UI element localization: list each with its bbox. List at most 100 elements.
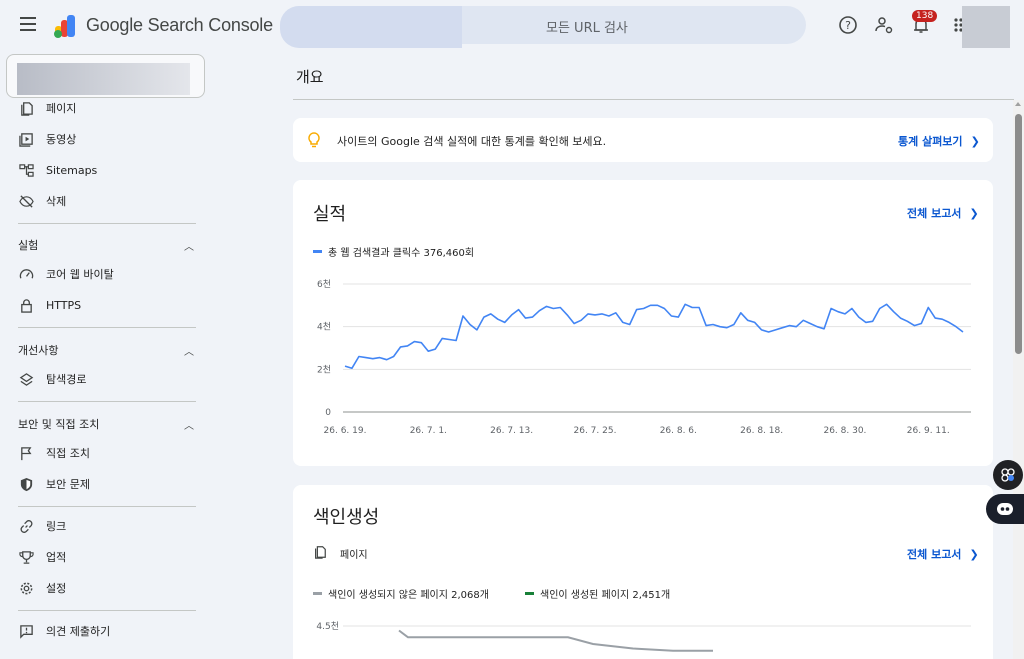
sidebar-item-achievements[interactable]: 업적 <box>18 545 66 569</box>
section-title: 개선사항 <box>18 344 59 357</box>
sidebar-item-label: 링크 <box>46 520 67 533</box>
sidebar-item-label: 코어 웹 바이탈 <box>46 268 114 281</box>
sidebar-item-breadcrumbs[interactable]: 탐색경로 <box>18 367 86 391</box>
link-label: 통계 살펴보기 <box>898 135 963 148</box>
sidebar-item-settings[interactable]: 설정 <box>18 576 66 600</box>
extension-icon <box>1001 468 1015 482</box>
sidebar-item-links[interactable]: 링크 <box>18 514 66 538</box>
sidebar-divider <box>18 506 196 507</box>
shield-icon <box>18 476 34 492</box>
search-console-logo <box>54 15 75 38</box>
x-tick-label: 26. 8. 30. <box>823 426 866 436</box>
sidebar-item-label: 보안 문제 <box>46 478 90 491</box>
sidebar-item-feedback[interactable]: 의견 제출하기 <box>18 619 110 643</box>
video-icon <box>18 131 34 147</box>
section-title: 실험 <box>18 239 39 252</box>
y-tick-label: 4천 <box>317 322 331 333</box>
sidebar-item-removals[interactable]: 삭제 <box>18 189 66 213</box>
sidebar-item-label: 설정 <box>46 582 67 595</box>
sidebar-item-video[interactable]: 동영상 <box>18 127 76 151</box>
top-bar: Google Search Console 모든 URL 검사 ? 138 <box>0 0 1024 54</box>
sidebar-item-https[interactable]: HTTPS <box>18 293 81 317</box>
y-tick-label: 0 <box>325 408 331 418</box>
gear-icon <box>18 580 34 596</box>
x-tick-label: 26. 6. 19. <box>324 426 367 436</box>
sidebar-item-label: 업적 <box>46 551 67 564</box>
sidebar-divider <box>18 327 196 328</box>
section-enhancements[interactable]: 개선사항 ︿ <box>18 342 198 358</box>
redacted-property-name <box>17 63 190 95</box>
sidebar-item-label: 삭제 <box>46 195 67 208</box>
main-menu-icon[interactable] <box>20 17 36 31</box>
sidebar-item-label: 직접 조치 <box>46 447 90 460</box>
insights-tip-card: 사이트의 Google 검색 실적에 대한 통계를 확인해 보세요. 통계 살펴… <box>293 118 993 162</box>
feedback-icon <box>18 623 34 639</box>
x-tick-label: 26. 7. 1. <box>410 426 447 436</box>
redacted-area <box>280 6 462 48</box>
avatar[interactable] <box>962 6 1010 48</box>
chevron-up-icon: ︿ <box>184 346 194 358</box>
sidebar-item-label: HTTPS <box>46 298 82 312</box>
scroll-up-arrow-icon[interactable] <box>1015 102 1021 106</box>
x-tick-label: 26. 8. 18. <box>740 426 783 436</box>
x-tick-label: 26. 9. 11. <box>907 426 950 436</box>
lock-icon <box>18 297 34 313</box>
title-divider <box>293 99 1014 100</box>
sidebar-item-security-issues[interactable]: 보안 문제 <box>18 472 90 496</box>
sidebar-item-pages[interactable]: 페이지 <box>18 96 76 120</box>
sidebar-item-label: 동영상 <box>46 133 77 146</box>
page-title: 개요 <box>296 68 324 86</box>
performance-chart: 0 2천 4천 6천 26. 6. 19. 26. 7. 1. 26. 7. 13. 26. … <box>317 279 971 436</box>
notification-badge: 138 <box>912 10 938 22</box>
section-security[interactable]: 보안 및 직접 조치 ︿ <box>18 416 198 432</box>
section-experiments[interactable]: 실험 ︿ <box>18 237 198 253</box>
sidebar-item-label: 페이지 <box>46 102 77 115</box>
sidebar-divider <box>18 223 196 224</box>
trophy-icon <box>18 549 34 565</box>
extension-button[interactable] <box>993 460 1023 490</box>
sidebar-item-label: 탐색경로 <box>46 373 87 386</box>
y-tick-label: 6천 <box>317 279 331 290</box>
performance-card: 실적 전체 보고서 ❯ 총 웹 검색결과 클릭수 376,460회 0 2천 4천 6천… <box>293 180 993 466</box>
y-tick-label: 4.5천 <box>316 621 339 632</box>
assistant-button[interactable] <box>986 494 1024 524</box>
removal-icon <box>18 193 34 209</box>
scrollbar[interactable] <box>1013 100 1024 659</box>
series-line-not-indexed <box>398 629 713 652</box>
sitemap-icon <box>18 162 34 178</box>
x-tick-label: 26. 7. 13. <box>490 426 533 436</box>
sidebar-item-sitemaps[interactable]: Sitemaps <box>18 158 97 182</box>
indexing-chart: 4.5천 <box>316 621 971 652</box>
series-line-clicks <box>344 303 964 370</box>
sidebar-item-core-web-vitals[interactable]: 코어 웹 바이탈 <box>18 262 114 286</box>
x-tick-label: 26. 8. 6. <box>660 426 697 436</box>
sidebar-divider <box>18 401 196 402</box>
chevron-up-icon: ︿ <box>184 241 194 253</box>
indexing-card: 색인생성 페이지 전체 보고서 ❯ 색인이 생성되지 않은 페이지 2,068개 … <box>293 485 993 659</box>
brand-name: Google Search Console <box>86 15 273 35</box>
lightbulb-icon <box>308 132 320 148</box>
x-tick-label: 26. 7. 25. <box>574 426 617 436</box>
chevron-right-icon: ❯ <box>970 135 980 148</box>
explore-insights-link[interactable]: 통계 살펴보기 ❯ <box>898 133 980 149</box>
layers-icon <box>18 371 34 387</box>
chevron-up-icon: ︿ <box>184 420 194 432</box>
help-icon[interactable]: ? <box>838 15 858 35</box>
scrollbar-thumb[interactable] <box>1015 114 1022 354</box>
link-icon <box>18 518 34 534</box>
svg-text:?: ? <box>845 19 851 32</box>
tip-text: 사이트의 Google 검색 실적에 대한 통계를 확인해 보세요. <box>337 135 607 148</box>
sidebar-divider <box>18 610 196 611</box>
pages-icon <box>18 100 34 116</box>
y-tick-label: 2천 <box>317 364 331 375</box>
property-selector[interactable] <box>6 54 205 98</box>
search-placeholder: 모든 URL 검사 <box>546 21 628 36</box>
sidebar-item-label: 의견 제출하기 <box>46 625 111 638</box>
bot-icon <box>997 503 1013 515</box>
flag-icon <box>18 445 34 461</box>
user-settings-icon[interactable] <box>874 15 894 35</box>
sidebar-item-manual-actions[interactable]: 직접 조치 <box>18 441 90 465</box>
sidebar-item-label: Sitemaps <box>46 163 98 177</box>
gauge-icon <box>18 266 34 282</box>
section-title: 보안 및 직접 조치 <box>18 418 100 431</box>
